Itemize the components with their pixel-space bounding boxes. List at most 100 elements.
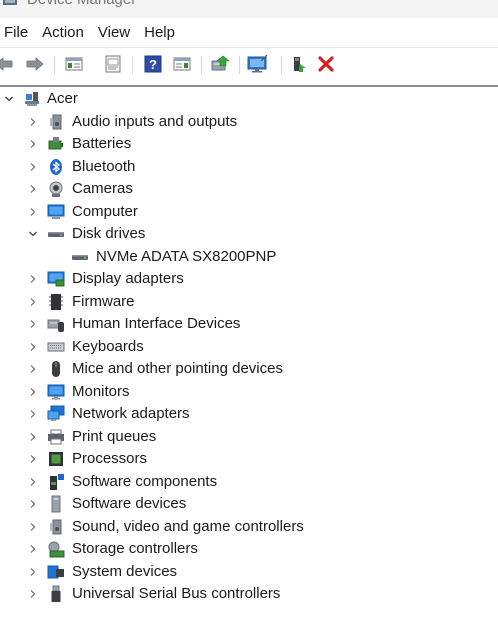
chevron-right-icon[interactable]	[26, 520, 40, 534]
menu-file[interactable]: File	[0, 18, 35, 47]
tree-item-label: Display adapters	[72, 270, 184, 287]
tree-item-system-devices[interactable]: System devices	[0, 561, 498, 584]
tree-item-print-queues[interactable]: Print queues	[0, 426, 498, 449]
firmware-icon	[47, 293, 65, 311]
tree-item-display-adapters[interactable]: Display adapters	[0, 268, 498, 291]
tree-item-label: Bluetooth	[72, 157, 136, 175]
chevron-down-icon[interactable]	[2, 92, 16, 106]
disk-drive-icon	[47, 225, 65, 243]
uninstall-device-icon	[318, 56, 334, 72]
tree-item-software-devices[interactable]: Software devices	[0, 493, 498, 516]
help-icon: ?	[144, 55, 162, 73]
tree-item-label: Software components	[72, 472, 218, 490]
device-manager-app-icon	[3, 0, 17, 5]
chevron-right-icon[interactable]	[26, 362, 40, 376]
monitor-icon	[47, 383, 65, 401]
tree-item-hid[interactable]: Human Interface Devices	[0, 313, 498, 336]
update-driver-button[interactable]	[208, 53, 232, 75]
menu-action[interactable]: Action	[35, 18, 91, 47]
action-pane-button[interactable]	[170, 53, 194, 75]
tree-item-label: Universal Serial Bus controllers	[72, 585, 281, 602]
chevron-right-icon[interactable]	[26, 407, 40, 421]
chevron-right-icon[interactable]	[26, 542, 40, 556]
properties-icon	[105, 55, 121, 73]
tree-item-monitors[interactable]: Monitors	[0, 381, 498, 404]
disk-drive-icon	[71, 248, 89, 266]
tree-item-audio[interactable]: Audio inputs and outputs	[0, 111, 498, 134]
chevron-right-icon[interactable]	[26, 182, 40, 196]
chevron-right-icon[interactable]	[26, 340, 40, 354]
chevron-right-icon[interactable]	[26, 385, 40, 399]
chevron-right-icon[interactable]	[26, 295, 40, 309]
device-tree: Acer Audio inputs and outputs Batteries	[0, 88, 498, 606]
tree-item-batteries[interactable]: Batteries	[0, 133, 498, 156]
menu-help[interactable]: Help	[137, 18, 182, 47]
computer-icon	[47, 203, 65, 221]
chevron-right-icon[interactable]	[26, 317, 40, 331]
tree-item-disk-drives[interactable]: Disk drives	[0, 223, 498, 246]
show-hide-console-tree-button[interactable]	[62, 53, 86, 75]
tree-item-label: Audio inputs and outputs	[72, 112, 238, 130]
tree-item-computer[interactable]: Computer	[0, 201, 498, 224]
tree-item-label: Software devices	[72, 495, 187, 512]
properties-button[interactable]	[101, 53, 125, 75]
tree-item-label: Firmware	[72, 292, 135, 310]
tree-child-nvme-adata[interactable]: NVMe ADATA SX8200PNP	[0, 246, 498, 269]
tree-item-storage-controllers[interactable]: Storage controllers	[0, 538, 498, 561]
tree-item-keyboards[interactable]: Keyboards	[0, 336, 498, 359]
printer-icon	[47, 428, 65, 446]
chevron-right-icon[interactable]	[26, 587, 40, 601]
tree-item-firmware[interactable]: Firmware	[0, 291, 498, 314]
chevron-right-icon[interactable]	[26, 497, 40, 511]
tree-item-sound-video-game[interactable]: Sound, video and game controllers	[0, 516, 498, 539]
tree-item-label: NVMe ADATA SX8200PNP	[96, 247, 277, 265]
speaker-icon	[47, 113, 65, 131]
chevron-right-icon[interactable]	[26, 115, 40, 129]
chevron-right-icon[interactable]	[26, 452, 40, 466]
tree-item-label: Print queues	[72, 427, 157, 445]
tree-item-bluetooth[interactable]: Bluetooth	[0, 156, 498, 179]
keyboard-icon	[47, 338, 65, 356]
tree-item-label: Monitors	[72, 382, 130, 400]
uninstall-device-button[interactable]	[314, 53, 338, 75]
chevron-right-icon[interactable]	[26, 160, 40, 174]
update-driver-icon	[211, 55, 230, 71]
display-adapter-icon	[47, 270, 65, 288]
tree-item-network-adapters[interactable]: Network adapters	[0, 403, 498, 426]
chevron-right-icon[interactable]	[26, 272, 40, 286]
network-adapter-icon	[47, 405, 65, 423]
help-button[interactable]: ?	[141, 53, 165, 75]
software-component-icon	[47, 473, 65, 491]
hid-icon	[47, 315, 65, 333]
speaker-icon	[47, 518, 65, 536]
toolbar-separator	[201, 56, 202, 74]
menu-bar: File Action View Help	[0, 18, 498, 47]
enable-device-button[interactable]	[287, 53, 311, 75]
chevron-right-icon[interactable]	[26, 430, 40, 444]
chevron-right-icon[interactable]	[26, 137, 40, 151]
forward-button[interactable]	[23, 53, 47, 75]
tree-item-processors[interactable]: Processors	[0, 448, 498, 471]
chevron-right-icon[interactable]	[26, 475, 40, 489]
tree-item-cameras[interactable]: Cameras	[0, 178, 498, 201]
chevron-down-icon[interactable]	[26, 227, 40, 241]
processor-icon	[47, 450, 65, 468]
tree-item-label: Network adapters	[72, 405, 190, 422]
show-hide-console-tree-icon	[65, 57, 83, 71]
tree-item-software-components[interactable]: Software components	[0, 471, 498, 494]
tree-item-label: Disk drives	[72, 225, 146, 242]
chevron-right-icon[interactable]	[26, 565, 40, 579]
tree-item-mice[interactable]: Mice and other pointing devices	[0, 358, 498, 381]
back-button[interactable]	[0, 53, 16, 75]
tree-item-label: Sound, video and game controllers	[72, 517, 304, 535]
svg-text:?: ?	[149, 57, 157, 72]
menu-view[interactable]: View	[91, 18, 137, 47]
camera-icon	[47, 180, 65, 198]
tree-item-label: Mice and other pointing devices	[72, 360, 283, 377]
tree-root-acer[interactable]: Acer	[0, 88, 498, 111]
scan-hardware-button[interactable]	[246, 53, 270, 75]
back-icon	[0, 57, 13, 71]
tree-item-usb-controllers[interactable]: Universal Serial Bus controllers	[0, 583, 498, 606]
action-pane-icon	[173, 57, 191, 71]
chevron-right-icon[interactable]	[26, 205, 40, 219]
